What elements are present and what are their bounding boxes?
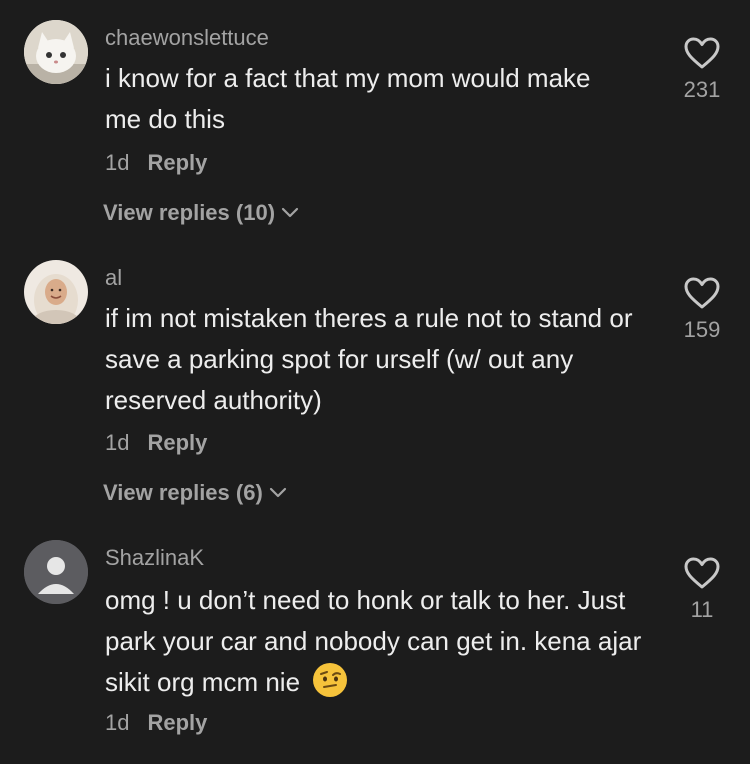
like-count: 11: [690, 597, 714, 622]
view-replies-button[interactable]: View replies (10): [103, 200, 299, 226]
comment-time: 1d: [105, 430, 130, 455]
reply-button[interactable]: Reply: [147, 150, 207, 175]
avatar[interactable]: [24, 540, 88, 604]
username[interactable]: al: [105, 265, 122, 291]
avatar[interactable]: [24, 20, 88, 84]
chevron-down-icon: [269, 487, 286, 498]
view-replies-label: View replies (10): [103, 200, 276, 225]
view-replies-button[interactable]: View replies (6): [103, 480, 287, 506]
default-user-avatar-icon: [24, 540, 88, 604]
like-button[interactable]: 11: [676, 556, 728, 623]
like-button[interactable]: 231: [676, 36, 728, 103]
comment-time: 1d: [105, 150, 130, 175]
reply-button[interactable]: Reply: [147, 430, 207, 455]
reply-button[interactable]: Reply: [147, 710, 207, 735]
comment-text: i know for a fact that my mom would make…: [105, 63, 591, 134]
person-hijab-avatar-icon: [24, 260, 88, 324]
heart-icon: [684, 277, 720, 309]
username[interactable]: ShazlinaK: [105, 545, 204, 571]
like-count: 231: [683, 77, 721, 102]
comment-text: omg ! u don’t need to honk or talk to he…: [105, 580, 665, 703]
like-button[interactable]: 159: [676, 276, 728, 343]
comment-meta: 1d Reply: [105, 710, 207, 736]
comment-meta: 1d Reply: [105, 150, 207, 176]
comment-text-content: omg ! u don’t need to honk or talk to he…: [105, 585, 642, 697]
username[interactable]: chaewonslettuce: [105, 25, 269, 51]
white-cat-avatar-icon: [24, 20, 88, 84]
chevron-down-icon: [281, 207, 299, 218]
like-count: 159: [683, 317, 721, 342]
raised-eyebrow-emoji-icon: [313, 663, 348, 698]
comment-text: if im not mistaken theres a rule not to …: [105, 303, 633, 415]
view-replies-label: View replies (6): [103, 480, 263, 505]
comment-meta: 1d Reply: [105, 430, 207, 456]
heart-icon: [684, 37, 720, 69]
avatar[interactable]: [24, 260, 88, 324]
comment-time: 1d: [105, 710, 130, 735]
heart-icon: [684, 557, 720, 589]
